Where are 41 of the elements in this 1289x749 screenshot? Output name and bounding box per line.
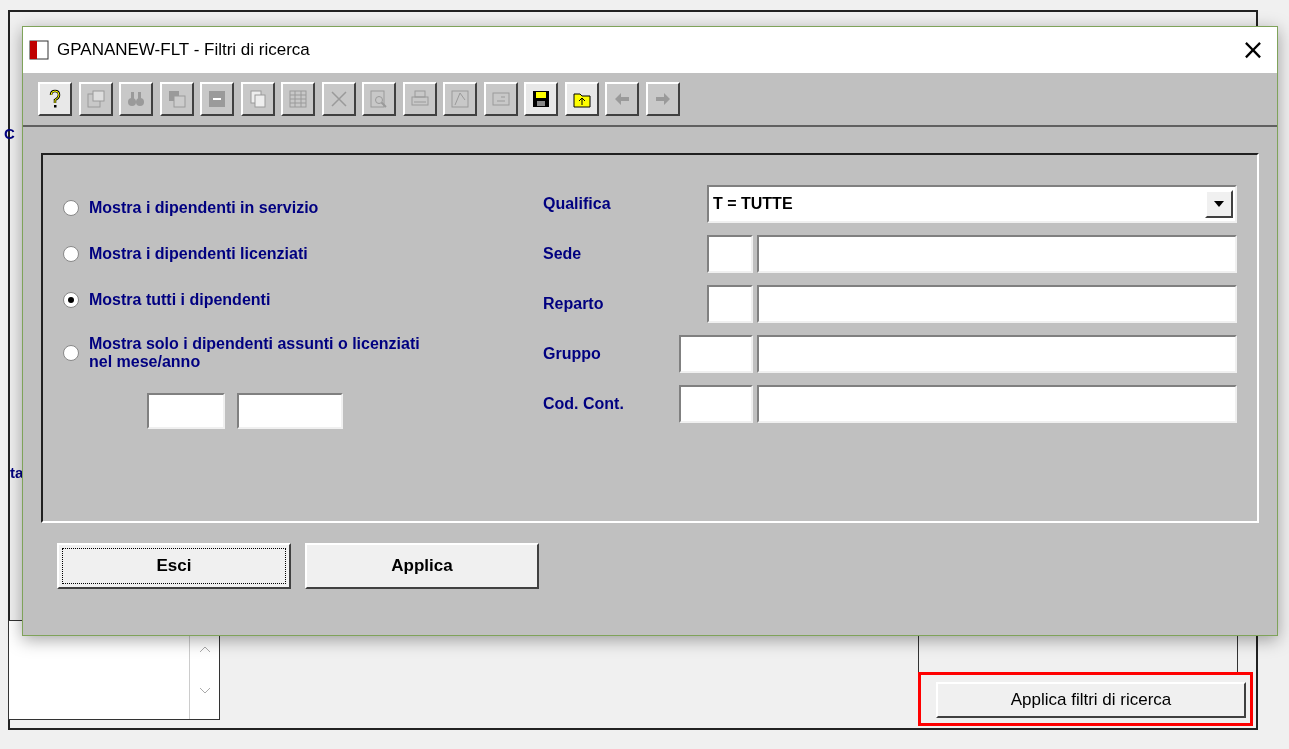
caret-icon <box>1214 201 1224 207</box>
background-label: ta <box>10 463 24 483</box>
toolbar-button[interactable] <box>38 82 72 116</box>
app-icon <box>29 40 49 60</box>
description-field[interactable] <box>757 335 1237 373</box>
description-field[interactable] <box>757 285 1237 323</box>
close-button[interactable]: × <box>1235 32 1271 68</box>
radio-option[interactable]: Mostra tutti i dipendenti <box>63 277 543 323</box>
description-field[interactable] <box>757 235 1237 273</box>
grid-icon <box>287 88 309 110</box>
properties-icon <box>84 88 107 110</box>
field-label: Sede <box>543 244 583 264</box>
year-field[interactable] <box>237 393 343 429</box>
dialog-button[interactable]: Applica <box>305 543 539 589</box>
save-icon <box>530 88 552 110</box>
dialog-button[interactable]: Esci <box>57 543 291 589</box>
field-label: Reparto <box>543 294 605 314</box>
field-label: Gruppo <box>543 344 602 364</box>
radio-option[interactable]: Mostra i dipendenti in servizio <box>63 185 543 231</box>
month-field[interactable] <box>147 393 225 429</box>
code-field[interactable] <box>707 285 753 323</box>
radio-button[interactable] <box>63 292 79 308</box>
window-title: GPANANEW-FLT - Filtri di ricerca <box>57 39 310 62</box>
code-field[interactable] <box>679 385 753 423</box>
code-field[interactable] <box>679 335 753 373</box>
toolbar-button[interactable] <box>524 82 558 116</box>
radio-button[interactable] <box>63 200 79 216</box>
radio-button[interactable] <box>63 345 79 361</box>
field-label: Qualifica <box>543 194 612 214</box>
chart-icon <box>449 88 471 110</box>
apply-filters-button[interactable]: Applica filtri di ricerca <box>936 682 1246 718</box>
radio-button[interactable] <box>63 246 79 262</box>
toolbar-button[interactable] <box>564 82 599 116</box>
radio-option[interactable]: Mostra solo i dipendenti assunti o licenziati nel mese/anno <box>63 323 543 383</box>
description-field[interactable] <box>757 385 1237 423</box>
dropdown-value: T = TUTTE <box>713 194 794 214</box>
radio-option[interactable]: Mostra i dipendenti licenziati <box>63 231 543 277</box>
field-label: Cod. Cont. <box>543 394 625 414</box>
code-field[interactable] <box>707 235 753 273</box>
minus-icon <box>206 88 228 110</box>
qualifica-dropdown[interactable]: T = TUTTE <box>707 185 1237 223</box>
